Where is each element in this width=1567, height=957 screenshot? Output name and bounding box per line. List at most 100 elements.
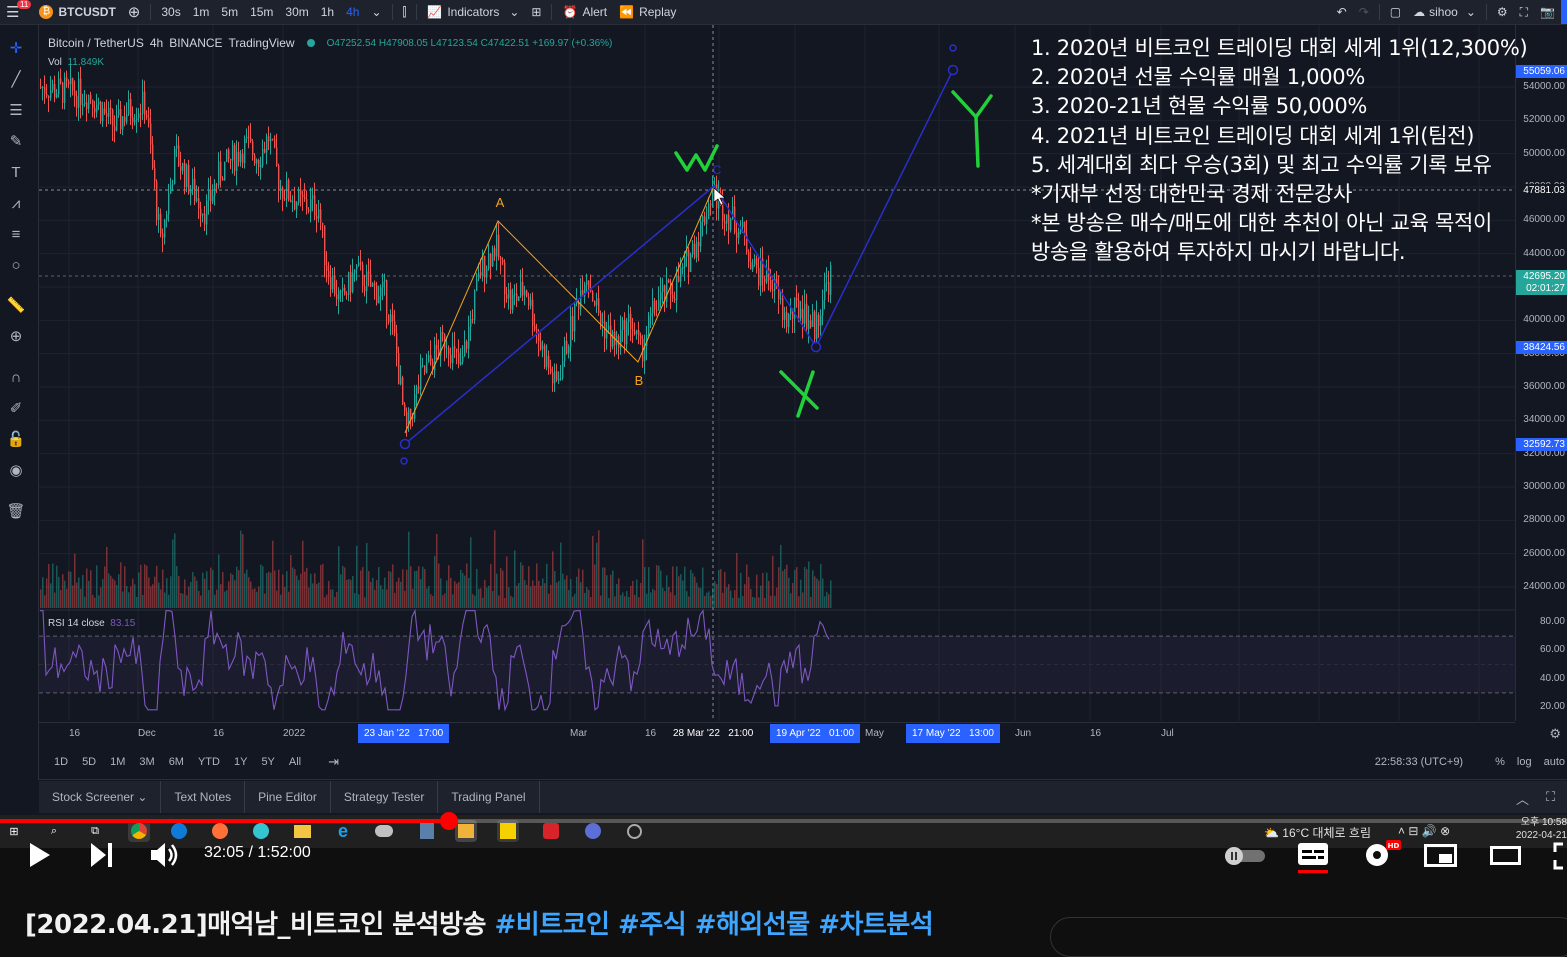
trendline-tool[interactable]: ╱ xyxy=(6,69,26,89)
candle-body xyxy=(738,231,740,238)
time-axis[interactable]: ⚙ 16 Dec 16 2022 Mar 16 May Jun 16 Jul 23 Jan '22 … xyxy=(39,722,1561,745)
interval-dropdown[interactable]: ⌄ xyxy=(365,0,387,24)
lock-tool[interactable]: 🔓 xyxy=(6,429,26,449)
hide-tool[interactable]: ◉ xyxy=(6,460,26,480)
volume-bar xyxy=(690,569,692,608)
volume-bar xyxy=(262,566,264,608)
next-icon[interactable] xyxy=(90,842,114,868)
replay-button[interactable]: ⏪ Replay xyxy=(613,0,682,24)
hashtag-link[interactable]: #주식 xyxy=(618,910,687,940)
action-chip[interactable] xyxy=(1050,917,1567,957)
alert-button[interactable]: ⏰ Alert xyxy=(556,0,613,24)
volume-bar xyxy=(512,597,514,608)
collapse-panel-icon[interactable]: ︿ xyxy=(1516,789,1529,808)
range-6m[interactable]: 6M xyxy=(162,756,191,768)
settings-gear-icon[interactable]: HD xyxy=(1362,840,1402,870)
theater-mode-icon[interactable] xyxy=(1490,846,1522,866)
candle-body xyxy=(808,320,810,329)
ruler-tool[interactable]: 📏 xyxy=(6,295,26,315)
fullscreen-button[interactable]: ⛶ xyxy=(1514,0,1534,24)
range-all[interactable]: All xyxy=(282,756,308,768)
magnet-tool[interactable]: ∩ xyxy=(6,367,26,387)
volume-bar xyxy=(198,590,200,608)
volume-bar xyxy=(490,564,492,608)
tab-text-notes[interactable]: Text Notes xyxy=(161,781,246,813)
tab-pine-editor[interactable]: Pine Editor xyxy=(245,781,331,813)
range-3m[interactable]: 3M xyxy=(132,756,161,768)
tab-trading-panel[interactable]: Trading Panel xyxy=(438,781,540,813)
axis-settings-icon[interactable]: ⚙ xyxy=(1549,726,1561,742)
brush-tool[interactable]: ✎ xyxy=(6,131,26,151)
auto-toggle[interactable]: auto xyxy=(1544,756,1565,768)
candle-body xyxy=(528,296,530,306)
publish-button[interactable] xyxy=(1561,0,1567,24)
goto-date-icon[interactable]: ⇥ xyxy=(328,754,339,770)
text-tool[interactable]: T xyxy=(6,162,26,182)
crosshair-tool[interactable]: ✛ xyxy=(6,38,26,58)
candle-body xyxy=(138,113,140,119)
volume-bar xyxy=(708,591,710,608)
tab-strategy-tester[interactable]: Strategy Tester xyxy=(331,781,439,813)
range-5d[interactable]: 5D xyxy=(75,756,103,768)
tab-stock-screener[interactable]: Stock Screener ⌄ xyxy=(39,781,162,813)
video-scrubber-handle[interactable] xyxy=(439,812,458,830)
volume-bar xyxy=(316,583,318,608)
hashtag-link[interactable]: #비트코인 xyxy=(494,910,609,940)
clock-label[interactable]: 22:58:33 (UTC+9) xyxy=(1375,756,1463,768)
miniplayer-icon[interactable] xyxy=(1424,844,1458,868)
interval-15m[interactable]: 15m xyxy=(244,0,279,24)
range-1y[interactable]: 1Y xyxy=(227,756,254,768)
candle-body xyxy=(388,314,390,323)
compare-button[interactable]: ⊕ xyxy=(122,0,147,24)
interval-1h[interactable]: 1h xyxy=(315,0,340,24)
prediction-tool[interactable]: ≡ xyxy=(6,224,26,244)
redo-button[interactable]: ↷ xyxy=(1353,0,1375,24)
chart-type-button[interactable]: ⫿ xyxy=(397,0,413,24)
snapshot-button[interactable]: 📷 xyxy=(1534,0,1561,24)
volume-bar xyxy=(206,571,208,608)
candle-body xyxy=(92,99,94,109)
autoplay-toggle[interactable] xyxy=(1223,846,1267,866)
hashtag-link[interactable]: #차트분석 xyxy=(818,910,933,940)
subtitles-icon[interactable] xyxy=(1297,842,1331,876)
interval-30m[interactable]: 30m xyxy=(279,0,314,24)
undo-button[interactable]: ↶ xyxy=(1331,0,1353,24)
interval-5m[interactable]: 5m xyxy=(215,0,244,24)
rewind-icon: ⏪ xyxy=(619,5,635,19)
symbol-search[interactable]: ₿ BTCUSDT xyxy=(33,0,121,24)
pattern-tool[interactable]: ⩘ xyxy=(6,193,26,213)
volume-icon[interactable] xyxy=(150,842,180,868)
candle-body xyxy=(822,300,824,316)
settings-button[interactable]: ⚙ xyxy=(1491,0,1514,24)
fullscreen-icon[interactable] xyxy=(1553,842,1567,870)
templates-button[interactable]: ⊞ xyxy=(525,0,547,24)
remove-tool[interactable]: 🗑 xyxy=(6,501,26,521)
candle-body xyxy=(540,341,542,350)
fullscreen-square-button[interactable]: ▢ xyxy=(1384,0,1407,24)
shapes-tool[interactable]: ○ xyxy=(6,255,26,275)
range-1d[interactable]: 1D xyxy=(47,756,75,768)
range-5y[interactable]: 5Y xyxy=(254,756,281,768)
layout-button[interactable]: ☁ sihoo ⌄ xyxy=(1407,0,1482,24)
volume-bar xyxy=(144,564,146,608)
range-1m[interactable]: 1M xyxy=(103,756,132,768)
interval-4h[interactable]: 4h xyxy=(340,0,365,24)
percent-toggle[interactable]: % xyxy=(1495,756,1505,768)
candle-body xyxy=(192,178,194,190)
zoom-tool[interactable]: ⊕ xyxy=(6,326,26,346)
range-ytd[interactable]: YTD xyxy=(191,756,227,768)
play-icon[interactable] xyxy=(28,842,52,868)
volume-bar xyxy=(310,573,312,608)
log-toggle[interactable]: log xyxy=(1517,756,1532,768)
fib-tool[interactable]: ☰ xyxy=(6,100,26,120)
stay-drawing-tool[interactable]: ✐ xyxy=(6,398,26,418)
menu-button[interactable]: ☰ 11 xyxy=(0,0,32,24)
candle-body xyxy=(656,309,658,311)
interval-1m[interactable]: 1m xyxy=(187,0,216,24)
hashtag-link[interactable]: #해외선물 xyxy=(695,910,810,940)
volume-bar xyxy=(582,569,584,608)
maximize-panel-icon[interactable]: ⛶ xyxy=(1546,789,1555,805)
interval-30s[interactable]: 30s xyxy=(155,0,186,24)
candle-body xyxy=(60,78,62,83)
indicators-button[interactable]: 📈 Indicators ⌄ xyxy=(421,0,525,24)
